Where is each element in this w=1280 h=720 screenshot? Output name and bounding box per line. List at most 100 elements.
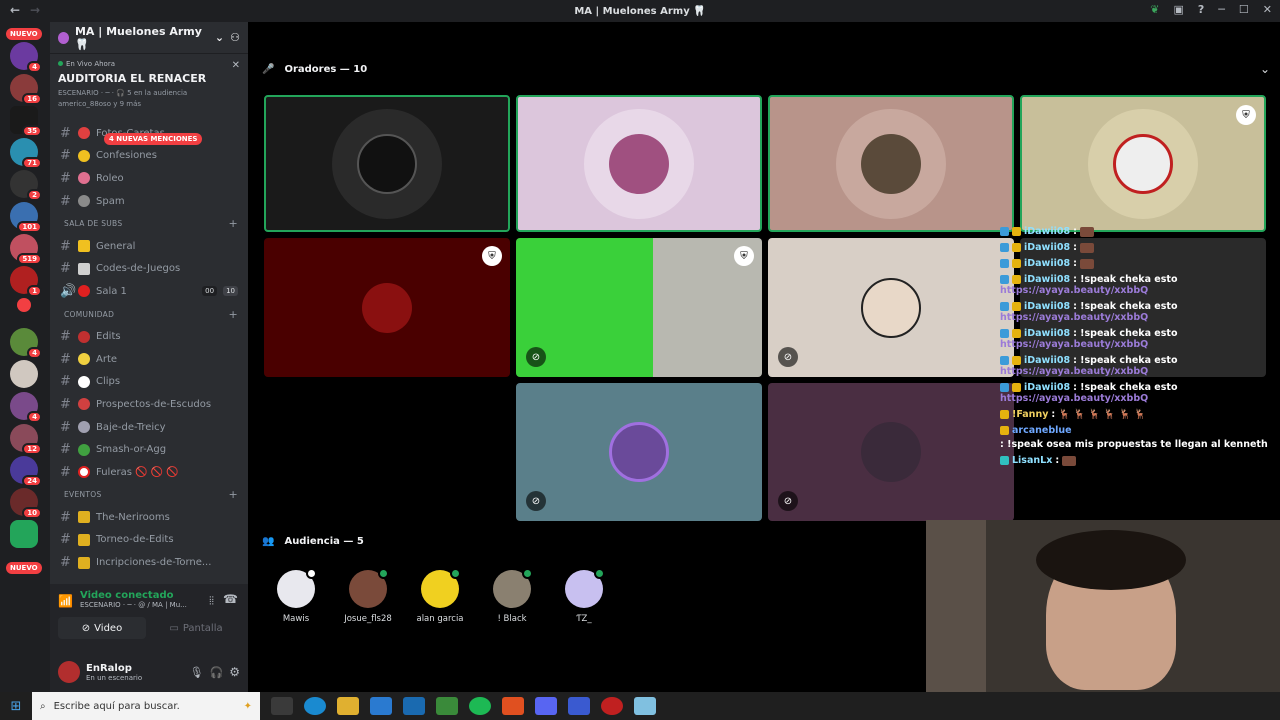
server-icon[interactable]	[10, 360, 38, 388]
video-button[interactable]: ⊘ Video	[58, 617, 146, 639]
minimize-button[interactable]: ─	[1218, 3, 1225, 16]
speaker-tile[interactable]	[516, 95, 762, 232]
server-icon[interactable]: 16	[10, 74, 42, 105]
edge-icon[interactable]	[304, 697, 326, 715]
server-icon[interactable]: 2	[10, 170, 42, 201]
forward-arrow-icon[interactable]: →	[30, 3, 40, 17]
speaker-tile[interactable]: ⛨	[1020, 95, 1266, 232]
server-icon[interactable]: 24	[10, 456, 42, 487]
audience-member[interactable]: alan garcia	[412, 568, 468, 624]
maximize-button[interactable]: ☐	[1239, 3, 1249, 16]
speaker-tile[interactable]: ⊘	[768, 238, 1014, 377]
avatar[interactable]	[58, 661, 80, 683]
stage-card[interactable]: En Vivo Ahora ✕ AUDITORIA EL RENACER ESCE…	[50, 54, 248, 114]
video-tile[interactable]: ⊘ ⛨	[516, 238, 762, 377]
channel-item[interactable]: # Fuleras 🚫 🚫 🚫	[50, 461, 248, 484]
speaker-tile[interactable]: ⛨	[264, 238, 510, 377]
new-label[interactable]: NUEVO	[6, 28, 42, 40]
channel-item[interactable]: # Codes-de-Juegos	[50, 258, 248, 281]
gear-icon[interactable]: ⚙	[229, 665, 240, 679]
add-member-icon[interactable]: ⚇	[230, 31, 240, 44]
download-apps-icon[interactable]	[10, 520, 38, 548]
chevron-down-icon[interactable]: ⌄	[1260, 62, 1270, 76]
brave-icon[interactable]	[502, 697, 524, 715]
audience-member[interactable]: Josue_fls28	[340, 568, 396, 624]
file-explorer-icon[interactable]	[337, 697, 359, 715]
task-view-icon[interactable]	[271, 697, 293, 715]
spotify-icon[interactable]	[469, 697, 491, 715]
channel-item[interactable]: # Edits	[50, 325, 248, 348]
speaker-tile[interactable]	[768, 95, 1014, 232]
add-channel-icon[interactable]: +	[228, 488, 238, 501]
noise-suppression-icon[interactable]: ⦙⦙	[209, 594, 214, 608]
server-icon[interactable]: 1	[10, 266, 42, 297]
close-button[interactable]: ✕	[1263, 3, 1272, 16]
audience-member[interactable]: Mawis	[268, 568, 324, 624]
voice-channel-item[interactable]: 🔊 Sala 1 00 10	[50, 280, 248, 303]
server-icon[interactable]: 4	[10, 328, 42, 359]
microphone-icon[interactable]: 🎙	[190, 666, 204, 679]
headphones-icon[interactable]: 🎧	[210, 666, 224, 679]
store-icon[interactable]	[370, 697, 392, 715]
channel-item[interactable]: # Arte	[50, 348, 248, 371]
server-icon[interactable]: 35	[10, 106, 42, 137]
category-header[interactable]: SALA DE SUBS +	[50, 212, 248, 235]
server-icon[interactable]: 12	[10, 424, 42, 455]
audience-member[interactable]: ! Black	[484, 568, 540, 624]
youtube-server-icon[interactable]	[17, 298, 31, 312]
badge-icon	[1000, 456, 1009, 465]
channel-item[interactable]: # Roleo	[50, 167, 248, 190]
leaf-icon[interactable]: ❦	[1150, 3, 1159, 16]
help-icon[interactable]: ?	[1198, 3, 1204, 16]
notepad-icon[interactable]	[634, 697, 656, 715]
server-icon[interactable]: 101	[10, 202, 42, 233]
speaker-tile[interactable]: ⊘	[516, 383, 762, 521]
channel-item[interactable]: # Baje-de-Treicy	[50, 416, 248, 439]
obs-icon[interactable]	[601, 697, 623, 715]
server-icon[interactable]: 71	[10, 138, 42, 169]
channel-item[interactable]: # Torneo-de-Edits	[50, 529, 248, 552]
new-label[interactable]: NUEVO	[6, 562, 42, 574]
disconnect-icon[interactable]: ☎	[223, 592, 238, 606]
windows-start-icon[interactable]: ⊞	[0, 699, 32, 714]
server-icon[interactable]: 4	[10, 392, 42, 423]
crown-badge-icon	[1012, 356, 1021, 365]
channel-item[interactable]: # Smash-or-Agg	[50, 438, 248, 461]
mail-icon[interactable]	[403, 697, 425, 715]
speaker-tile[interactable]	[264, 95, 510, 232]
server-icon[interactable]: 10	[10, 488, 42, 519]
badge-icon	[1000, 243, 1009, 252]
taskbar-search[interactable]: ⌕ Escribe aquí para buscar. ✦	[32, 692, 260, 720]
channel-item[interactable]: # The-Nerirooms	[50, 506, 248, 529]
new-mentions-badge[interactable]: 4 NUEVAS MENCIONES	[104, 133, 203, 145]
channel-item[interactable]: # Confesiones	[50, 145, 248, 168]
add-channel-icon[interactable]: +	[228, 217, 238, 230]
screen-share-button[interactable]: ▭ Pantalla	[152, 617, 240, 639]
chat-link[interactable]: https://ayaya.beauty/xxbbQ	[1000, 312, 1148, 323]
channel-item[interactable]: # Incripciones-de-Torne...	[50, 551, 248, 574]
back-arrow-icon[interactable]: ←	[10, 3, 20, 17]
speaker-tile[interactable]: ⊘	[768, 383, 1014, 521]
add-channel-icon[interactable]: +	[228, 308, 238, 321]
chat-link[interactable]: https://ayaya.beauty/xxbbQ	[1000, 285, 1148, 296]
member-name: Mawis	[282, 614, 310, 624]
audience-member[interactable]: ƬZ_	[556, 568, 612, 624]
server-icon[interactable]: 4	[10, 42, 42, 73]
channel-item[interactable]: # Clips	[50, 371, 248, 394]
close-icon[interactable]: ✕	[232, 60, 240, 71]
app-icon[interactable]	[568, 697, 590, 715]
channel-emoji-icon	[78, 149, 90, 162]
minecraft-icon[interactable]	[436, 697, 458, 715]
discord-icon[interactable]	[535, 697, 557, 715]
channel-item[interactable]: # General	[50, 235, 248, 258]
guild-header[interactable]: MA | Muelones Army 🦷 ⌄ ⚇	[50, 22, 248, 54]
channel-item[interactable]: # Spam	[50, 190, 248, 213]
inbox-icon[interactable]: ▣	[1173, 3, 1183, 16]
channel-item[interactable]: # Prospectos-de-Escudos	[50, 393, 248, 416]
category-header[interactable]: COMUNIDAD +	[50, 303, 248, 326]
server-icon[interactable]: 519	[10, 234, 42, 265]
chat-link[interactable]: https://ayaya.beauty/xxbbQ	[1000, 366, 1148, 377]
chat-link[interactable]: https://ayaya.beauty/xxbbQ	[1000, 339, 1148, 350]
category-header[interactable]: EVENTOS +	[50, 484, 248, 507]
chat-link[interactable]: https://ayaya.beauty/xxbbQ	[1000, 393, 1148, 404]
